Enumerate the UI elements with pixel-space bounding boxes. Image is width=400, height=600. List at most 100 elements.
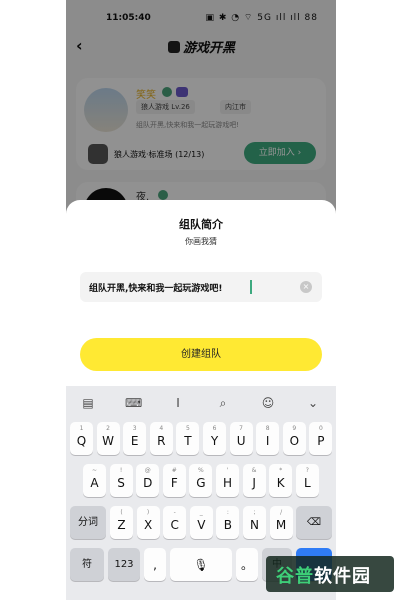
key-r-label: R (157, 434, 166, 448)
key-j-hint: & (251, 467, 257, 474)
key-q-hint: 1 (79, 425, 84, 432)
key-q[interactable]: 1Q (70, 422, 93, 455)
search-icon[interactable]: ⌕ (215, 395, 231, 411)
key-t[interactable]: 5T (176, 422, 200, 455)
key-l-hint: ? (305, 467, 309, 474)
key-123-label: 123 (114, 559, 134, 570)
key-p-label: P (317, 434, 325, 448)
key-e-hint: 3 (132, 425, 137, 432)
key-u-label: U (236, 434, 246, 448)
text-caret (250, 280, 252, 294)
key-v-label: V (197, 518, 206, 532)
key-o-hint: 9 (292, 425, 297, 432)
key-period[interactable]: 。 (236, 548, 258, 581)
key-u-hint: 7 (239, 425, 243, 432)
watermark-logo: 谷普软件园 (266, 556, 394, 592)
backspace-key[interactable]: ⌫ (296, 506, 332, 539)
space-key[interactable]: 🎙 (170, 548, 232, 581)
key-fenci-label: 分词 (78, 517, 98, 528)
key-i-label: I (265, 434, 270, 448)
key-f-hint: # (171, 467, 177, 474)
key-s-hint: ! (119, 467, 123, 474)
key-l[interactable]: ? L (295, 464, 319, 497)
key-comma[interactable]: , (144, 548, 166, 581)
clear-icon[interactable]: × (300, 281, 312, 293)
key-comma-label: , (153, 558, 157, 572)
team-intro-sheet: 组队简介 你画我猜 组队开黑,快来和我一起玩游戏吧! × 创建组队 (66, 200, 336, 386)
key-g[interactable]: % G (189, 464, 213, 497)
key-e-label: E (130, 434, 139, 448)
key-d-hint: @ (144, 467, 151, 474)
key-a-label: A (90, 476, 99, 490)
key-symbols-label: 符 (82, 559, 92, 570)
phone-screen: 11:05:40 ▣ ✱ ◔ ⌔ 5G ıll ıll 88 ‹ 游戏开黑 笑笑… (66, 0, 336, 600)
key-n[interactable]: ; N (243, 506, 266, 539)
key-m[interactable]: / M (269, 506, 293, 539)
key-d[interactable]: @ D (136, 464, 160, 497)
key-x-label: X (143, 518, 153, 532)
key-k[interactable]: * K (269, 464, 293, 497)
key-p[interactable]: 0P (309, 422, 333, 455)
key-v-hint: _ (199, 509, 203, 516)
key-f[interactable]: # F (162, 464, 186, 497)
collapse-keyboard-icon[interactable]: ⌄ (305, 395, 321, 411)
create-team-button[interactable]: 创建组队 (80, 338, 322, 371)
key-c-label: C (170, 518, 179, 532)
key-h-label: H (222, 476, 233, 490)
watermark-text: 谷普软件园 (276, 566, 371, 587)
key-q-label: Q (76, 434, 87, 448)
key-s-label: S (117, 476, 125, 490)
key-c[interactable]: -C (163, 506, 187, 539)
key-z-hint: ( (120, 509, 123, 516)
key-o[interactable]: 9O (282, 422, 306, 455)
key-y-hint: 6 (212, 425, 217, 432)
key-x-hint: ) (146, 509, 150, 516)
key-z[interactable]: (Z (110, 506, 133, 539)
key-d-label: D (143, 476, 153, 490)
key-symbols[interactable]: 符 (70, 548, 104, 581)
key-b[interactable]: :B (216, 506, 240, 539)
backspace-key-label: ⌫ (306, 517, 322, 528)
key-b-hint: : (226, 509, 229, 516)
key-i-hint: 8 (265, 425, 270, 432)
key-g-label: G (196, 476, 206, 490)
key-x[interactable]: ) X (136, 506, 160, 539)
page: 11:05:40 ▣ ✱ ◔ ⌔ 5G ıll ıll 88 ‹ 游戏开黑 笑笑… (0, 0, 400, 600)
keyboard-toolbar: ▤ ⌨ I ⌕ ☺ ⌄ (66, 386, 336, 420)
key-j-label: J (252, 476, 256, 490)
key-f-label: F (170, 476, 178, 490)
sheet-subtitle: 你画我猜 (185, 237, 217, 246)
key-a-hint: ~ (91, 467, 98, 474)
key-fenci[interactable]: 分词 (70, 506, 106, 539)
key-w[interactable]: 2W (96, 422, 120, 455)
emoji-icon[interactable]: ☺ (260, 395, 276, 411)
key-k-hint: * (279, 467, 283, 474)
key-v[interactable]: _ V (189, 506, 213, 539)
cursor-icon[interactable]: I (170, 395, 186, 411)
key-u[interactable]: 7U (229, 422, 253, 455)
key-w-hint: 2 (106, 425, 110, 432)
key-c-hint: - (173, 509, 176, 516)
key-123[interactable]: 123 (108, 548, 140, 581)
key-y-label: Y (210, 434, 219, 448)
key-h-hint: ' (226, 467, 229, 474)
key-i[interactable]: 8I (256, 422, 280, 455)
key-m-label: M (275, 518, 287, 532)
key-r[interactable]: 4R (149, 422, 173, 455)
key-n-label: N (250, 518, 259, 532)
key-r-hint: 4 (159, 425, 164, 432)
key-y[interactable]: 6Y (203, 422, 226, 455)
clipboard-icon[interactable]: ▤ (80, 395, 96, 411)
key-a[interactable]: ~ A (83, 464, 106, 497)
intro-input-value[interactable]: 组队开黑,快来和我一起玩游戏吧! (89, 281, 223, 294)
key-h[interactable]: ' H (216, 464, 239, 497)
key-b-label: B (223, 518, 232, 532)
key-t-label: T (184, 434, 192, 448)
key-e[interactable]: 3E (123, 422, 147, 455)
key-o-label: O (289, 434, 300, 448)
key-j[interactable]: & J (242, 464, 266, 497)
key-t-hint: 5 (185, 425, 190, 432)
key-s[interactable]: ! S (109, 464, 133, 497)
keyboard-icon[interactable]: ⌨ (125, 395, 142, 411)
intro-input[interactable]: 组队开黑,快来和我一起玩游戏吧! × (80, 272, 322, 302)
